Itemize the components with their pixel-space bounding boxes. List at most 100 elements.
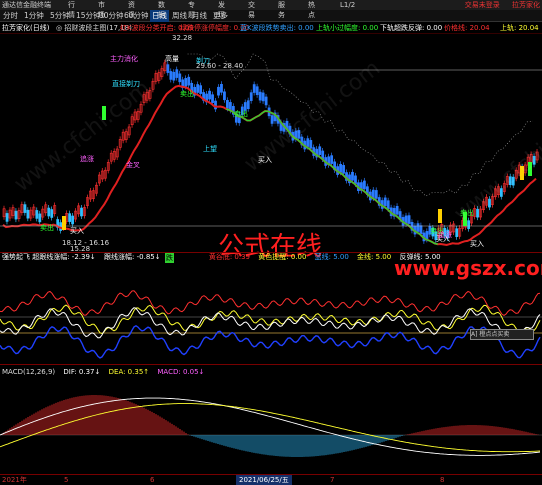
menu-zixun[interactable]: 资讯 (128, 0, 135, 20)
kline-candle (226, 100, 229, 109)
kline-candle (371, 189, 375, 199)
kline-candle (264, 96, 268, 106)
period-tab-fenshi[interactable]: 分时 (3, 10, 18, 22)
main-kline-chart[interactable]: 32.28 高量 主力消化 直接剃刀 剃刀 卖出 29.60 - 28.40 追… (0, 34, 542, 280)
kline-candle (38, 213, 42, 223)
ind1-title-3: 黄色提醒: 0.00 (258, 253, 307, 261)
kline-candle (261, 92, 265, 102)
label-main-digest: 主力消化 (110, 55, 138, 63)
kline-candle (383, 197, 387, 207)
stock-period-title: 拉芳家化(日线) (2, 24, 50, 32)
param-7: 上轨: 20.04 (500, 24, 539, 32)
red-step-line (0, 290, 541, 316)
macd-panel[interactable]: MACD(12,26,9) DIF: 0.37↓ DEA: 0.35↑ MACD… (0, 364, 542, 475)
menu-faxian[interactable]: 发现 (218, 0, 225, 20)
ctrl-label: A] 橙点点买卖 (471, 331, 510, 338)
buy-sell-point-control[interactable]: A] 橙点点买卖 (470, 329, 534, 340)
blue-line (0, 324, 541, 359)
kline-candle (50, 209, 54, 218)
label-chase-2: 追涨 (438, 231, 452, 239)
kline-candle (47, 207, 51, 217)
label-sell-3: 卖出 (40, 224, 54, 232)
macd-dea: DEA: 0.35↑ (108, 368, 150, 376)
kline-candle (208, 90, 211, 100)
label-buy-4: 买入 (470, 240, 484, 248)
label-golden-cross: 金叉 (126, 161, 140, 169)
param-2: 绿跌停涨停幅度: 0.00 (180, 24, 250, 32)
kline-candle (223, 91, 226, 101)
kline-candle (342, 165, 345, 174)
macd-svg (0, 395, 542, 457)
menu-hangqing[interactable]: 行情 (68, 0, 75, 20)
kline-candle (330, 155, 334, 164)
label-sell-1: 卖出 (180, 90, 194, 98)
kline-candle (26, 209, 30, 219)
kline-candle (80, 207, 83, 217)
kline-candle (14, 210, 18, 220)
kline-candle (318, 146, 322, 156)
kline-candle (199, 85, 203, 94)
menu-redian[interactable]: 热点 (308, 0, 315, 20)
signal-bar (438, 209, 442, 223)
ind1-title-6: 反弹线: 5.00 (399, 253, 441, 261)
period-tab-weekly[interactable]: 周线 (172, 10, 187, 22)
menu-jiaoyi[interactable]: 交易 (248, 0, 255, 20)
menubar-right: 交易未登录 拉芳家化 (455, 0, 540, 10)
label-upward: 上望 (203, 145, 217, 153)
kline-candle (363, 180, 366, 190)
macd-title: MACD(12,26,9) DIF: 0.37↓ DEA: 0.35↑ MACD… (2, 367, 210, 377)
kline-candle (175, 69, 179, 78)
kline-candle (419, 225, 423, 234)
app-title: 通达信金融终端 (2, 1, 51, 9)
kline-candle (217, 86, 220, 96)
kline-candle (172, 71, 176, 81)
period-tab-5min[interactable]: 5分钟 (50, 10, 70, 22)
period-tab-1min[interactable]: 1分钟 (24, 10, 44, 22)
menu-shuju[interactable]: 数据 (158, 0, 165, 20)
param-5: 下轨超跌反弹: 0.00 (380, 24, 443, 32)
ma-line-green (226, 108, 438, 245)
ind1-title-5: 金线: 5.00 (357, 253, 392, 261)
price-range-label: 29.60 - 28.40 (196, 62, 244, 70)
kline-candle (351, 171, 354, 181)
kline-candle (71, 215, 74, 225)
menu-bar: 通达信金融终端 交易未登录 拉芳家化 (0, 0, 542, 10)
price-high-label: 32.28 (172, 34, 193, 42)
current-stock-name[interactable]: 拉芳家化 (512, 1, 540, 9)
fall-flag: 跌 (165, 253, 174, 263)
macd-value: MACD: 0.05↓ (157, 368, 205, 376)
kline-candle (166, 64, 170, 73)
chart-title-bar: 拉芳家化(日线) ◎ 招财波段主图(17,18) 红K波段分类开启: 0.00 … (0, 23, 542, 34)
kline-candle (386, 200, 390, 210)
version-label: L1/2 (340, 1, 356, 9)
macd-dif: DIF: 0.37↓ (63, 368, 101, 376)
kline-candle (187, 76, 191, 86)
kline-candle (196, 84, 200, 93)
signal-bar (62, 216, 66, 230)
label-sell-2: 卖出 (234, 110, 248, 118)
macd-name: MACD(12,26,9) (2, 368, 56, 376)
kline-candle (249, 92, 253, 101)
kline-candle (211, 94, 214, 103)
indicator1-title: 强势起飞 超跟线涨幅: -2.39↓ 跟线涨幅: -0.85↓ 黄谷底: 0.3… (2, 252, 447, 262)
menu-fuwu[interactable]: 服务 (278, 0, 285, 20)
kline-candle (5, 213, 9, 222)
white-line (0, 307, 541, 339)
menu-zhuanti[interactable]: 专题 (188, 0, 195, 20)
kline-candle (35, 210, 39, 219)
period-tab-15min[interactable]: 15分钟 (76, 10, 101, 22)
kline-candle (23, 204, 27, 213)
kline-candle (184, 78, 188, 87)
param-3: 蓝K波段跌势卖出: 0.00 (240, 24, 314, 32)
kline-candle (252, 84, 256, 93)
trade-login-status[interactable]: 交易未登录 (465, 1, 500, 9)
indicator-panel-1[interactable]: 强势起飞 超跟线涨幅: -2.39↓ 跟线涨幅: -0.85↓ 黄谷底: 0.3… (0, 252, 542, 365)
ind1-title-0: 强势起飞 超跟线涨幅: -2.39↓ (2, 253, 96, 261)
label-high-volume: 高量 (165, 55, 179, 63)
kline-candle (374, 190, 378, 199)
menu-shichang[interactable]: 市场 (98, 0, 105, 20)
kline-candle (416, 223, 420, 232)
kline-candle (309, 140, 313, 149)
param-6: 价格线: 20.04 (444, 24, 490, 32)
period-toolbar: 分时 1分钟 5分钟 15分钟 30分钟 60分钟 日线 周线 月线 更多 (0, 10, 542, 22)
